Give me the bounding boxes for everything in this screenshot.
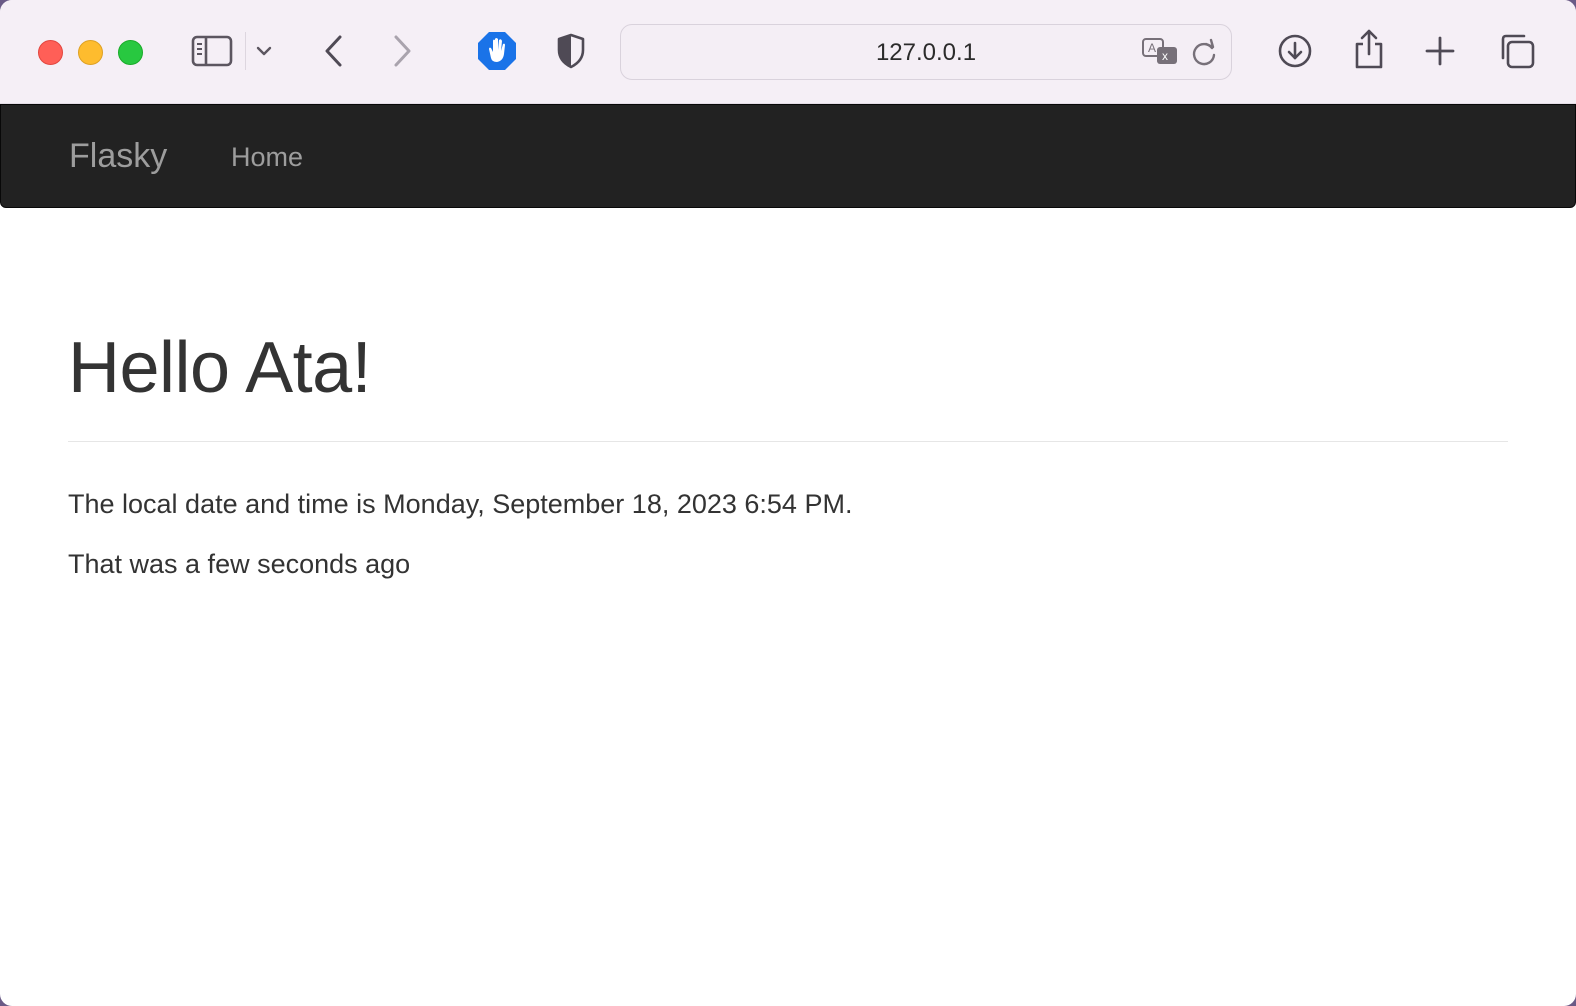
minimize-window-button[interactable] [78,40,103,65]
page-title: Hello Ata! [68,328,372,408]
toolbar-divider [245,32,246,70]
forward-icon[interactable] [388,32,418,70]
url-text: 127.0.0.1 [875,39,977,66]
sidebar-icon[interactable] [190,34,234,68]
new-tab-icon[interactable] [1424,34,1456,68]
browser-window: 127.0.0.1 Ax Flasky Home Hello Ata! The … [0,0,1576,1006]
share-icon[interactable] [1352,28,1386,70]
svg-text:x: x [1162,49,1168,63]
navbar: Flasky Home [0,104,1576,208]
navbar-brand[interactable]: Flasky [69,105,167,209]
heading-divider [68,441,1508,442]
browser-toolbar: 127.0.0.1 Ax [0,0,1576,104]
translate-icon[interactable]: Ax [1141,36,1181,68]
download-icon[interactable] [1276,32,1314,70]
tab-overview-icon[interactable] [1498,32,1536,70]
back-icon[interactable] [318,32,348,70]
relative-time-text: That was a few seconds ago [68,549,411,579]
close-window-button[interactable] [38,40,63,65]
privacy-shield-icon[interactable] [554,32,588,70]
chevron-down-icon[interactable] [254,42,274,60]
reload-icon[interactable] [1189,37,1219,69]
address-bar[interactable]: 127.0.0.1 Ax [620,24,1232,80]
local-time-text: The local date and time is Monday, Septe… [68,489,853,519]
adblock-hand-icon[interactable] [476,30,518,72]
nav-link-home[interactable]: Home [231,105,303,209]
svg-text:A: A [1148,41,1156,55]
maximize-window-button[interactable] [118,40,143,65]
